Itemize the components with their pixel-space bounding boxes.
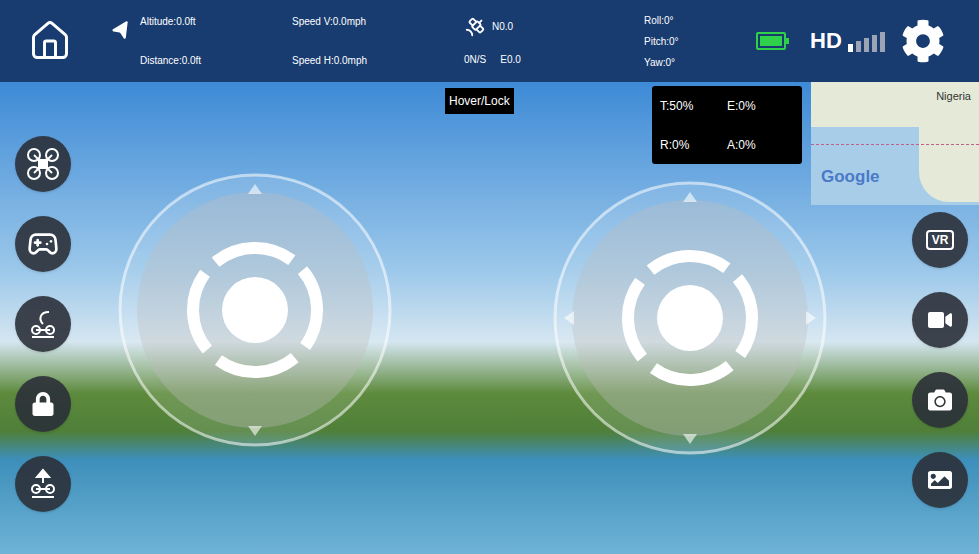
landing-button[interactable] bbox=[15, 296, 71, 352]
mode-label: Hover/Lock bbox=[445, 88, 514, 114]
attitude-value: Yaw:0° bbox=[644, 55, 756, 70]
gallery-button[interactable] bbox=[912, 452, 968, 508]
video-icon bbox=[928, 308, 952, 332]
signal-bar bbox=[872, 35, 877, 52]
camera-icon bbox=[928, 388, 952, 412]
vr-button[interactable]: VR bbox=[912, 212, 968, 268]
plane-icon bbox=[110, 20, 131, 41]
altitude: Altitude:0.0ft bbox=[140, 14, 201, 29]
vr-icon: VR bbox=[926, 230, 955, 250]
gamepad-icon bbox=[27, 228, 59, 260]
channel-value: A:0% bbox=[727, 136, 794, 154]
right-toolbar: VR bbox=[912, 212, 968, 508]
distance: Distance:0.0ft bbox=[140, 53, 201, 68]
gamepad-button[interactable] bbox=[15, 216, 71, 272]
drone-icon bbox=[26, 147, 60, 181]
attitude: Roll:0° Pitch:0° Yaw:0° bbox=[644, 13, 756, 70]
lock-button[interactable] bbox=[15, 376, 71, 432]
left-toolbar bbox=[15, 136, 71, 512]
map-country: Nigeria bbox=[936, 88, 971, 105]
video-button[interactable] bbox=[912, 292, 968, 348]
landing-icon bbox=[27, 308, 59, 340]
gallery-icon bbox=[928, 468, 952, 492]
camera-button[interactable] bbox=[912, 372, 968, 428]
channel-value: R:0% bbox=[660, 136, 727, 154]
signal-bar bbox=[848, 44, 853, 52]
gear-icon[interactable] bbox=[901, 19, 945, 63]
channel-value: T:50% bbox=[660, 97, 727, 115]
gps: N0.00N/SE0.0 bbox=[464, 16, 644, 67]
signal-bar bbox=[864, 38, 869, 52]
left-joystick[interactable] bbox=[115, 170, 395, 450]
right-joystick[interactable] bbox=[550, 178, 830, 458]
signal-bar bbox=[880, 32, 885, 52]
attitude-value: Pitch:0° bbox=[644, 34, 756, 49]
camera-view: Hover/Lock T:50%E:0% R:0%A:0% Nigeria Google… bbox=[0, 82, 979, 554]
battery-icon bbox=[756, 32, 786, 50]
signal: HD bbox=[810, 30, 885, 52]
attitude-value: Roll:0° bbox=[644, 13, 756, 28]
signal-bar bbox=[856, 41, 861, 52]
map-logo: Google bbox=[821, 164, 880, 190]
home-icon[interactable] bbox=[28, 19, 72, 63]
drone-button[interactable] bbox=[15, 136, 71, 192]
satellite-icon bbox=[464, 16, 486, 38]
drone-app: Altitude:0.0ft Distance:0.0ft Speed V:0.0m… bbox=[0, 0, 979, 554]
top-bar: Altitude:0.0ft Distance:0.0ft Speed V:0.0m… bbox=[0, 0, 979, 82]
lock-icon bbox=[31, 392, 55, 416]
channel-panel: T:50%E:0% R:0%A:0% bbox=[652, 86, 802, 164]
takeoff-button[interactable] bbox=[15, 456, 71, 512]
speed-h: Speed H:0.0mph bbox=[292, 53, 464, 68]
takeoff-icon bbox=[27, 468, 59, 500]
speed-v: Speed V:0.0mph bbox=[292, 14, 464, 29]
map[interactable]: Nigeria Google bbox=[811, 82, 979, 205]
channel-value: E:0% bbox=[727, 97, 794, 115]
